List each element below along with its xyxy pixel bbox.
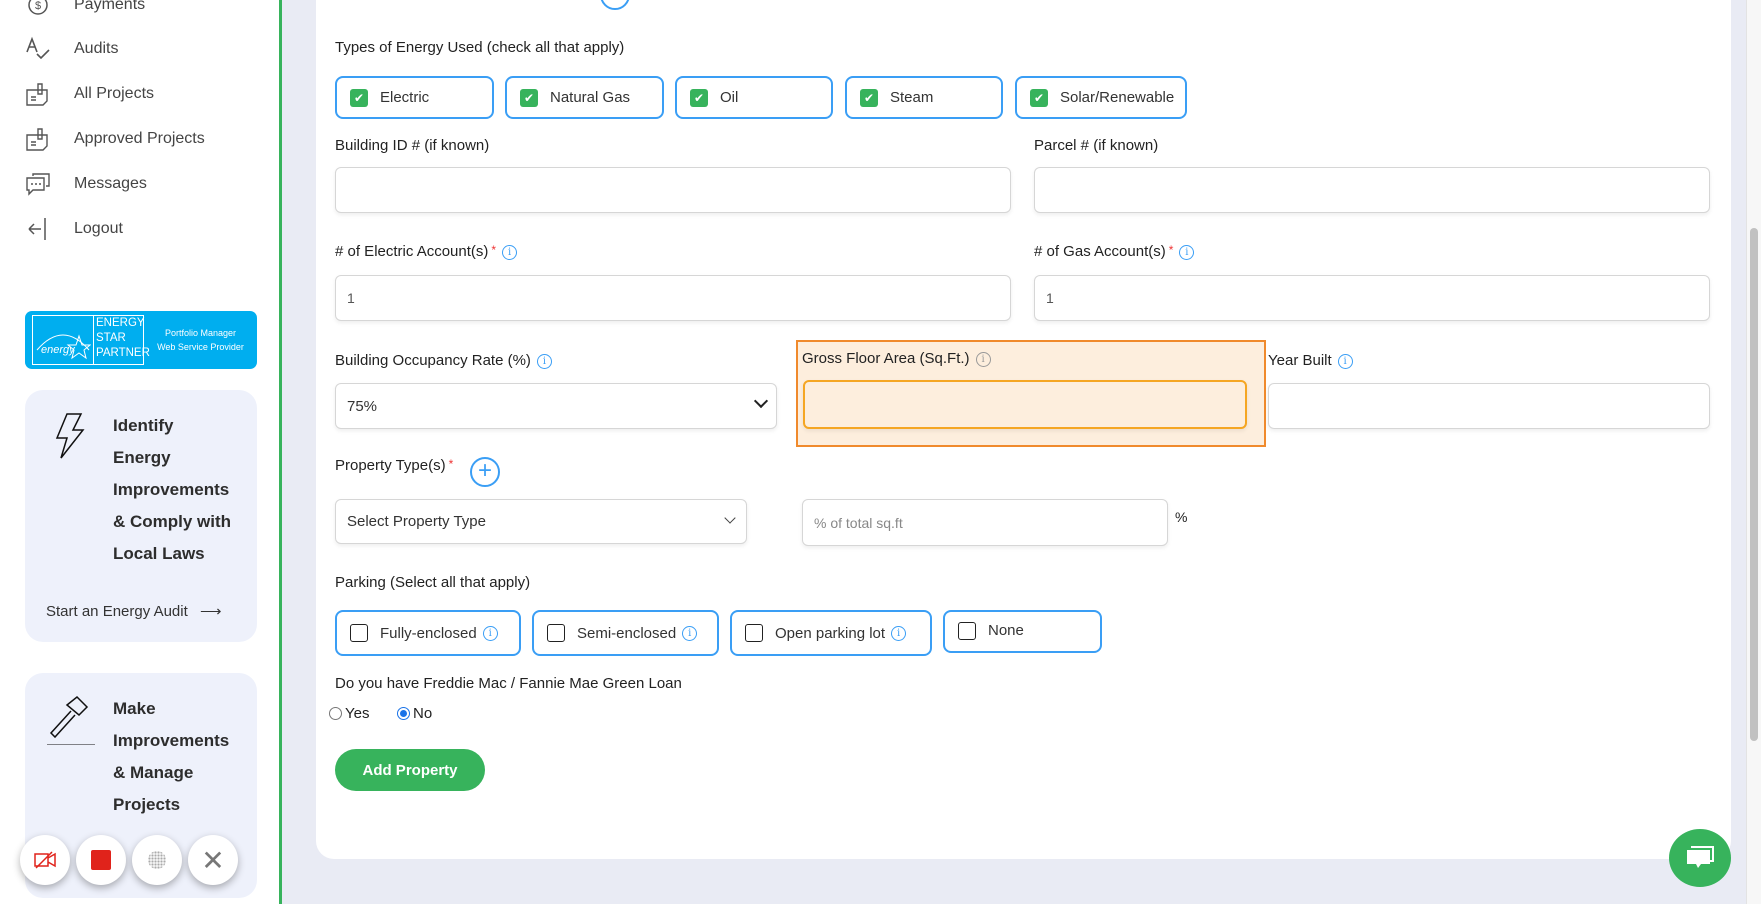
projects-icon	[26, 83, 48, 106]
gas-accounts-input[interactable]: 1	[1034, 275, 1710, 321]
occupancy-label: Building Occupancy Rate (%) i	[335, 352, 552, 369]
building-id-input[interactable]	[335, 167, 1011, 213]
add-property-type-button[interactable]: +	[470, 457, 500, 487]
checkbox-checked-icon: ✔	[1030, 88, 1048, 107]
info-icon[interactable]: i	[536, 353, 552, 369]
energy-audit-card: Identify Energy Improvements & Comply wi…	[25, 390, 257, 642]
info-icon[interactable]: i	[1179, 244, 1195, 260]
stop-icon	[91, 850, 111, 870]
energy-steam-checkbox[interactable]: ✔ Steam	[845, 76, 1003, 119]
gas-accounts-label: # of Gas Account(s) * i	[1034, 243, 1195, 260]
info-icon[interactable]: i	[502, 244, 518, 260]
checkbox-icon	[547, 624, 565, 642]
scrollbar[interactable]	[1746, 0, 1761, 904]
loan-yes-radio[interactable]: Yes	[329, 705, 369, 722]
energy-oil-checkbox[interactable]: ✔ Oil	[675, 76, 833, 119]
audits-icon	[26, 36, 50, 60]
camera-off-icon	[34, 851, 56, 869]
close-icon: ✕	[201, 844, 225, 876]
parcel-label: Parcel # (if known)	[1034, 137, 1159, 154]
checkbox-checked-icon: ✔	[860, 88, 878, 107]
occupancy-select[interactable]: 75%	[335, 383, 777, 429]
loan-no-radio[interactable]: No	[397, 705, 432, 722]
info-icon[interactable]: i	[682, 625, 698, 641]
year-built-label: Year Built i	[1268, 352, 1353, 369]
checkbox-icon	[745, 624, 763, 642]
dots-grid-icon	[148, 851, 166, 869]
percent-unit: %	[1175, 509, 1188, 525]
add-property-form: + Types of Energy Used (check all that a…	[316, 0, 1731, 859]
chat-icon	[1687, 846, 1714, 868]
green-loan-label: Do you have Freddie Mac / Fannie Mae Gre…	[335, 675, 682, 692]
year-built-input[interactable]	[1268, 383, 1710, 429]
camera-off-button[interactable]	[20, 835, 70, 885]
building-id-label: Building ID # (if known)	[335, 137, 490, 154]
sidebar: $ Payments Audits All Projects Approved …	[0, 0, 282, 904]
svg-text:energy: energy	[41, 344, 76, 356]
gavel-icon	[47, 695, 95, 745]
sidebar-item-all-projects[interactable]: All Projects	[25, 79, 154, 109]
energy-natural-gas-checkbox[interactable]: ✔ Natural Gas	[505, 76, 664, 119]
info-icon[interactable]: i	[1337, 353, 1353, 369]
sidebar-item-messages[interactable]: Messages	[25, 169, 147, 199]
checkbox-icon	[350, 624, 368, 642]
energy-electric-checkbox[interactable]: ✔ Electric	[335, 76, 494, 119]
arrow-right-icon: ⟶	[199, 603, 222, 620]
property-type-label: Property Type(s) *	[335, 457, 454, 474]
checkbox-checked-icon: ✔	[350, 88, 368, 107]
add-property-button[interactable]: Add Property	[335, 749, 485, 791]
chevron-down-icon	[724, 512, 736, 524]
gross-floor-area-label: Gross Floor Area (Sq.Ft.) i	[802, 350, 991, 367]
start-energy-audit-link[interactable]: Start an Energy Audit ⟶	[46, 602, 221, 620]
messages-icon	[26, 173, 50, 196]
parking-semi-enclosed-checkbox[interactable]: Semi-enclosed i	[532, 610, 719, 656]
scrollbar-thumb[interactable]	[1750, 228, 1758, 741]
checkbox-checked-icon: ✔	[690, 88, 708, 107]
info-icon[interactable]: i	[482, 625, 498, 641]
percent-total-input[interactable]: % of total sq.ft	[802, 499, 1168, 546]
stop-recording-button[interactable]	[76, 835, 126, 885]
sidebar-item-audits[interactable]: Audits	[25, 34, 118, 64]
energy-solar-checkbox[interactable]: ✔ Solar/Renewable	[1015, 76, 1187, 119]
gross-floor-area-input[interactable]	[803, 380, 1247, 429]
energy-star-logo: energy ENERGY STAR PARTNER Portfolio Manag…	[25, 311, 257, 369]
projects-icon	[26, 128, 48, 151]
electric-accounts-input[interactable]: 1	[335, 275, 1011, 321]
checkbox-checked-icon: ✔	[520, 88, 538, 107]
grid-button[interactable]	[132, 835, 182, 885]
parking-label: Parking (Select all that apply)	[335, 574, 531, 591]
parking-none-checkbox[interactable]: None	[943, 610, 1102, 653]
parking-open-lot-checkbox[interactable]: Open parking lot i	[730, 610, 932, 656]
sidebar-item-logout[interactable]: Logout	[25, 214, 123, 244]
checkbox-icon	[958, 622, 976, 640]
gross-floor-area-highlight: Gross Floor Area (Sq.Ft.) i	[796, 340, 1266, 447]
payments-icon: $	[28, 0, 48, 15]
energy-types-label: Types of Energy Used (check all that app…	[335, 39, 625, 56]
radio-selected-icon	[397, 707, 410, 720]
electric-accounts-label: # of Electric Account(s) * i	[335, 243, 518, 260]
svg-text:$: $	[35, 0, 41, 12]
logout-icon	[28, 218, 46, 240]
close-button[interactable]: ✕	[188, 835, 238, 885]
sidebar-item-payments[interactable]: $ Payments	[25, 0, 145, 20]
sidebar-item-approved-projects[interactable]: Approved Projects	[25, 124, 205, 154]
parcel-input[interactable]	[1034, 167, 1710, 213]
info-icon[interactable]: i	[975, 351, 991, 367]
chat-button[interactable]	[1669, 829, 1731, 887]
chevron-down-icon	[753, 393, 769, 409]
radio-icon	[329, 707, 342, 720]
lightning-icon	[55, 413, 85, 459]
info-icon[interactable]: i	[891, 625, 907, 641]
energy-star-icon: energy	[32, 315, 94, 365]
property-type-select[interactable]: Select Property Type	[335, 499, 747, 544]
add-icon[interactable]: +	[600, 0, 630, 10]
parking-fully-enclosed-checkbox[interactable]: Fully-enclosed i	[335, 610, 521, 656]
